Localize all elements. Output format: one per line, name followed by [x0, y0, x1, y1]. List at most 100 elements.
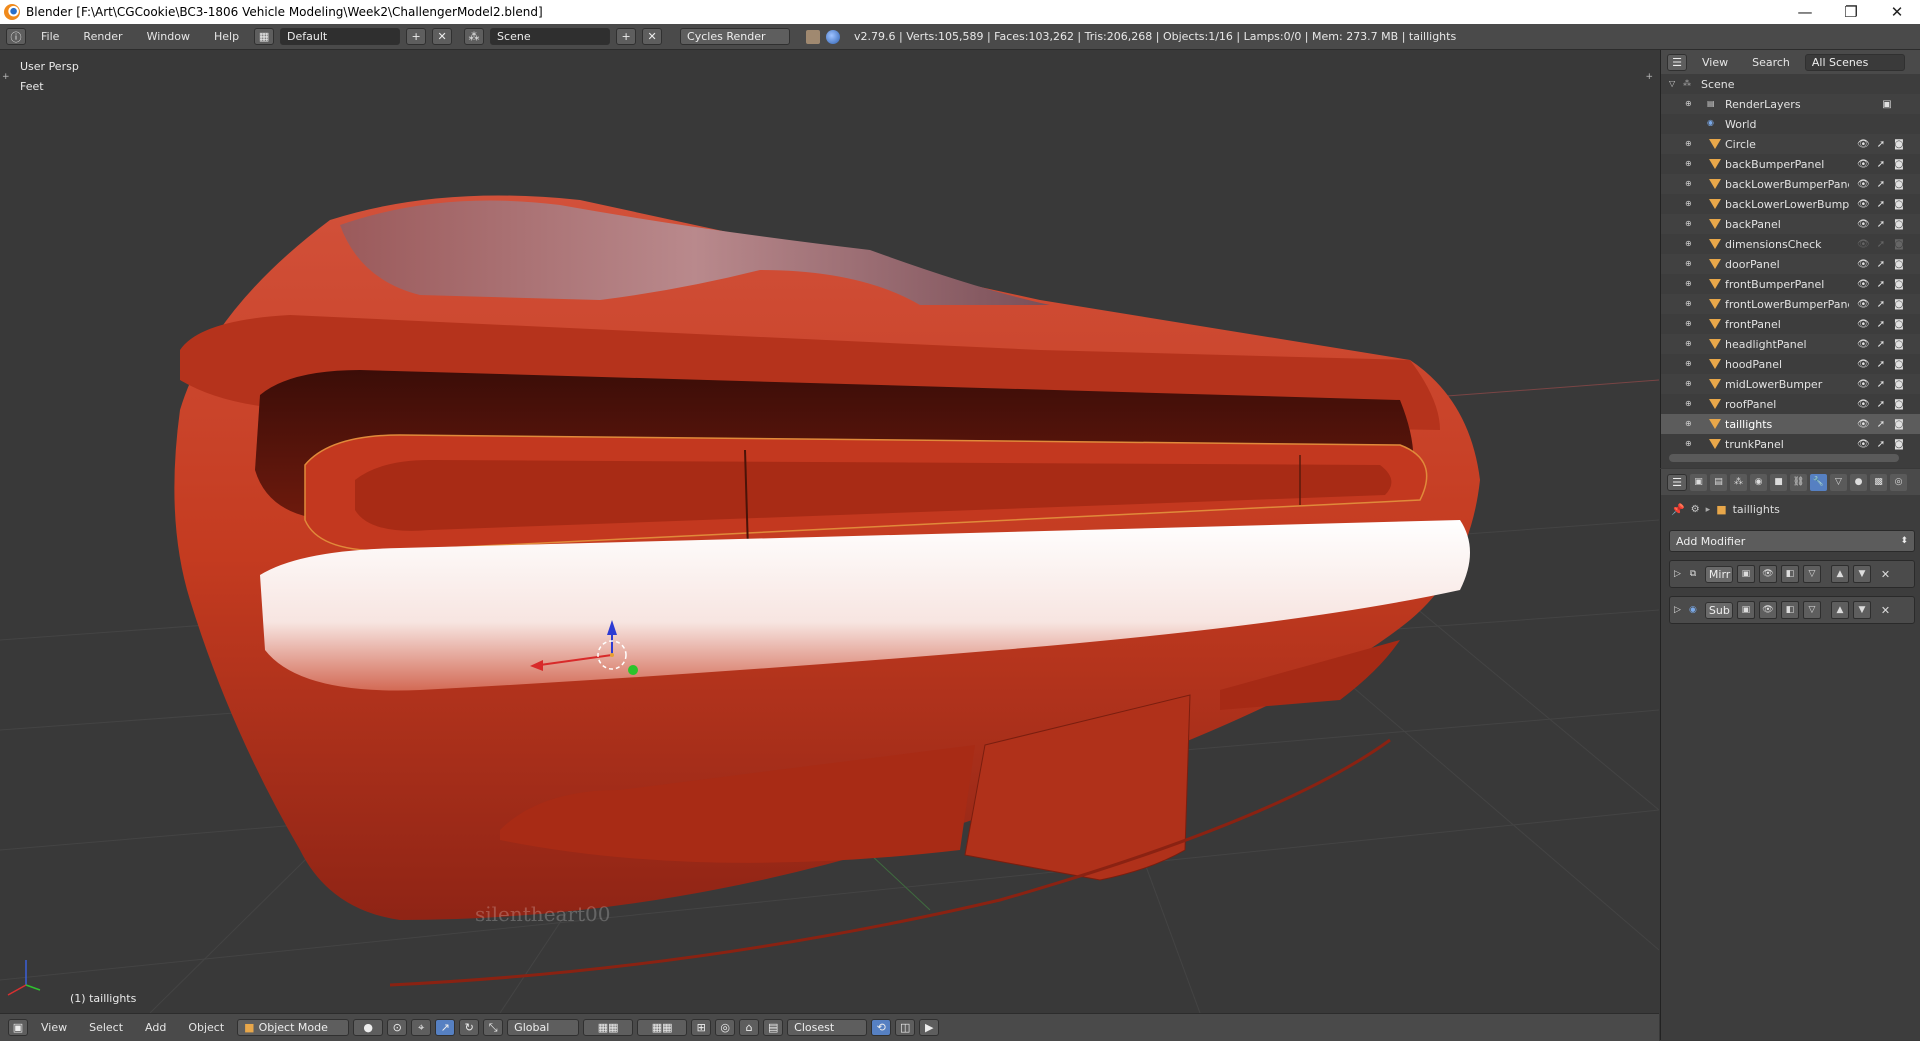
renderable-camera-icon[interactable]: ◙ — [1893, 159, 1905, 170]
selectable-cursor-icon[interactable]: ➚ — [1875, 419, 1887, 430]
renderable-camera-icon[interactable]: ◙ — [1893, 439, 1905, 450]
visibility-eye-icon[interactable]: 👁 — [1857, 399, 1870, 410]
outliner-item-dimensionscheck[interactable]: ⊕ dimensionsCheck 👁 ➚ ◙ — [1661, 234, 1920, 254]
add-modifier-button[interactable]: Add Modifier ⬍ — [1669, 530, 1915, 552]
menu-help[interactable]: Help — [205, 30, 248, 43]
menu-window[interactable]: Window — [138, 30, 199, 43]
expand-icon[interactable]: ⊕ — [1685, 99, 1695, 109]
visibility-eye-icon[interactable]: 👁 — [1857, 279, 1870, 290]
world-tab-icon[interactable]: ◉ — [1750, 473, 1767, 491]
expand-icon[interactable]: ⊕ — [1685, 439, 1695, 449]
scene-icon[interactable]: ⁂ — [464, 28, 485, 45]
menu-view[interactable]: View — [32, 1021, 76, 1034]
expand-icon[interactable]: ⊕ — [1685, 259, 1695, 269]
object-tab-icon[interactable]: ■ — [1770, 473, 1787, 491]
viewport-shading-icon[interactable]: ● — [353, 1019, 384, 1036]
editmode-toggle-icon[interactable]: ◧ — [1780, 565, 1799, 583]
expand-icon[interactable]: ⊕ — [1685, 319, 1695, 329]
delete-scene-icon[interactable]: ✕ — [642, 28, 663, 45]
outliner-item-headlightpanel[interactable]: ⊕ headlightPanel 👁 ➚ ◙ — [1661, 334, 1920, 354]
expand-icon[interactable]: ⊕ — [1685, 239, 1695, 249]
expand-icon[interactable]: ⊕ — [1685, 419, 1695, 429]
viewport-toggle-icon[interactable]: 👁 — [1758, 601, 1777, 619]
expand-icon[interactable]: ⊕ — [1685, 179, 1695, 189]
outliner-item-backlowerlowerbumper[interactable]: ⊕ backLowerLowerBumper 👁 ➚ ◙ — [1661, 194, 1920, 214]
move-down-icon[interactable]: ▼ — [1852, 565, 1871, 583]
selectable-cursor-icon[interactable]: ➚ — [1875, 359, 1887, 370]
menu-select[interactable]: Select — [80, 1021, 132, 1034]
editor-type-info-icon[interactable]: ⓘ — [6, 28, 26, 45]
interaction-mode-select[interactable]: ■ Object Mode — [237, 1019, 350, 1036]
renderable-camera-icon[interactable]: ◙ — [1893, 419, 1905, 430]
rotate-manipulator-icon[interactable]: ↻ — [459, 1019, 480, 1036]
outliner-item-frontlowerbumperpanel[interactable]: ⊕ frontLowerBumperPanel 👁 ➚ ◙ — [1661, 294, 1920, 314]
render-toggle-icon[interactable]: ▣ — [1736, 565, 1755, 583]
outliner-editor-icon[interactable]: ☰ — [1667, 53, 1687, 71]
renderable-camera-icon[interactable]: ◙ — [1893, 259, 1905, 270]
visibility-eye-icon[interactable]: 👁 — [1857, 319, 1870, 330]
selectable-cursor-icon[interactable]: ➚ — [1875, 219, 1887, 230]
renderable-camera-icon[interactable]: ◙ — [1893, 179, 1905, 190]
scale-manipulator-icon[interactable]: ⤡ — [483, 1019, 504, 1036]
outliner-item-renderlayers[interactable]: ⊕ ▤ RenderLayers ▣ — [1661, 94, 1920, 114]
3d-viewport[interactable]: User Persp Feet (1) taillights silenthea… — [0, 50, 1659, 1013]
editmode-toggle-icon[interactable]: ◧ — [1780, 601, 1799, 619]
modifiers-tab-icon[interactable]: 🔧 — [1810, 473, 1827, 491]
cage-toggle-icon[interactable]: ▽ — [1802, 565, 1821, 583]
outliner-item-hoodpanel[interactable]: ⊕ hoodPanel 👁 ➚ ◙ — [1661, 354, 1920, 374]
outliner-item-backlowerbumperpanel[interactable]: ⊕ backLowerBumperPanel 👁 ➚ ◙ — [1661, 174, 1920, 194]
visibility-eye-icon[interactable]: 👁 — [1857, 179, 1870, 190]
selectable-cursor-icon[interactable]: ➚ — [1875, 179, 1887, 190]
render-engine-select[interactable]: Cycles Render — [680, 28, 791, 45]
selectable-cursor-icon[interactable]: ➚ — [1875, 319, 1887, 330]
close-button[interactable]: ✕ — [1874, 3, 1920, 21]
render-toggle-icon[interactable]: ▣ — [1736, 601, 1755, 619]
outliner-display-mode-select[interactable]: All Scenes — [1804, 53, 1905, 71]
snap-toggle-icon[interactable]: ⌂ — [739, 1019, 760, 1036]
visibility-eye-icon[interactable]: 👁 — [1857, 339, 1870, 350]
properties-shelf-toggle-icon[interactable]: + — [1645, 72, 1653, 82]
add-layout-icon[interactable]: + — [406, 28, 427, 45]
expand-icon[interactable]: ⊕ — [1685, 299, 1695, 309]
render-animation-icon[interactable]: ▶ — [919, 1019, 940, 1036]
menu-file[interactable]: File — [32, 30, 68, 43]
data-tab-icon[interactable]: ▽ — [1830, 473, 1847, 491]
renderable-camera-icon[interactable]: ◙ — [1893, 399, 1905, 410]
visibility-eye-icon[interactable]: 👁 — [1857, 239, 1870, 250]
selectable-cursor-icon[interactable]: ➚ — [1875, 259, 1887, 270]
visibility-eye-icon[interactable]: 👁 — [1857, 439, 1870, 450]
snap-target-select[interactable]: Closest — [787, 1019, 868, 1036]
visibility-eye-icon[interactable]: 👁 — [1857, 419, 1870, 430]
menu-add[interactable]: Add — [136, 1021, 175, 1034]
expand-icon[interactable]: ⊕ — [1685, 359, 1695, 369]
outliner-item-doorpanel[interactable]: ⊕ doorPanel 👁 ➚ ◙ — [1661, 254, 1920, 274]
render-layers-tab-icon[interactable]: ▤ — [1710, 473, 1727, 491]
expand-icon[interactable]: ⊕ — [1685, 339, 1695, 349]
selectable-cursor-icon[interactable]: ➚ — [1875, 299, 1887, 310]
layers-extra-icon[interactable]: ▦▦ — [637, 1019, 688, 1036]
modifier-name-field[interactable]: Mirr — [1704, 565, 1733, 583]
align-rotation-icon[interactable]: ⟲ — [871, 1019, 892, 1036]
add-scene-icon[interactable]: + — [616, 28, 637, 45]
outliner-horizontal-scrollbar[interactable] — [1669, 454, 1899, 462]
renderable-camera-icon[interactable]: ◙ — [1893, 239, 1905, 250]
selectable-cursor-icon[interactable]: ➚ — [1875, 239, 1887, 250]
render-tab-icon[interactable]: ▣ — [1690, 473, 1707, 491]
renderable-camera-icon[interactable]: ◙ — [1893, 299, 1905, 310]
visibility-eye-icon[interactable]: 👁 — [1857, 199, 1870, 210]
lock-layers-icon[interactable]: ⊞ — [691, 1019, 712, 1036]
renderable-camera-icon[interactable]: ◙ — [1893, 139, 1905, 150]
proportional-edit-icon[interactable]: ◎ — [715, 1019, 736, 1036]
constraints-tab-icon[interactable]: ⛓ — [1790, 473, 1807, 491]
expand-panel-icon[interactable]: ▷ — [1674, 569, 1681, 579]
expand-icon[interactable]: ⊕ — [1685, 379, 1695, 389]
selectable-cursor-icon[interactable]: ➚ — [1875, 439, 1887, 450]
expand-panel-icon[interactable]: ▷ — [1674, 605, 1681, 615]
scene-tab-icon[interactable]: ⁂ — [1730, 473, 1747, 491]
visibility-eye-icon[interactable]: 👁 — [1857, 259, 1870, 270]
maximize-button[interactable]: ❐ — [1828, 3, 1874, 21]
texture-tab-icon[interactable]: ▩ — [1870, 473, 1887, 491]
selectable-cursor-icon[interactable]: ➚ — [1875, 279, 1887, 290]
outliner-menu-view[interactable]: View — [1693, 56, 1737, 69]
cage-toggle-icon[interactable]: ▽ — [1802, 601, 1821, 619]
